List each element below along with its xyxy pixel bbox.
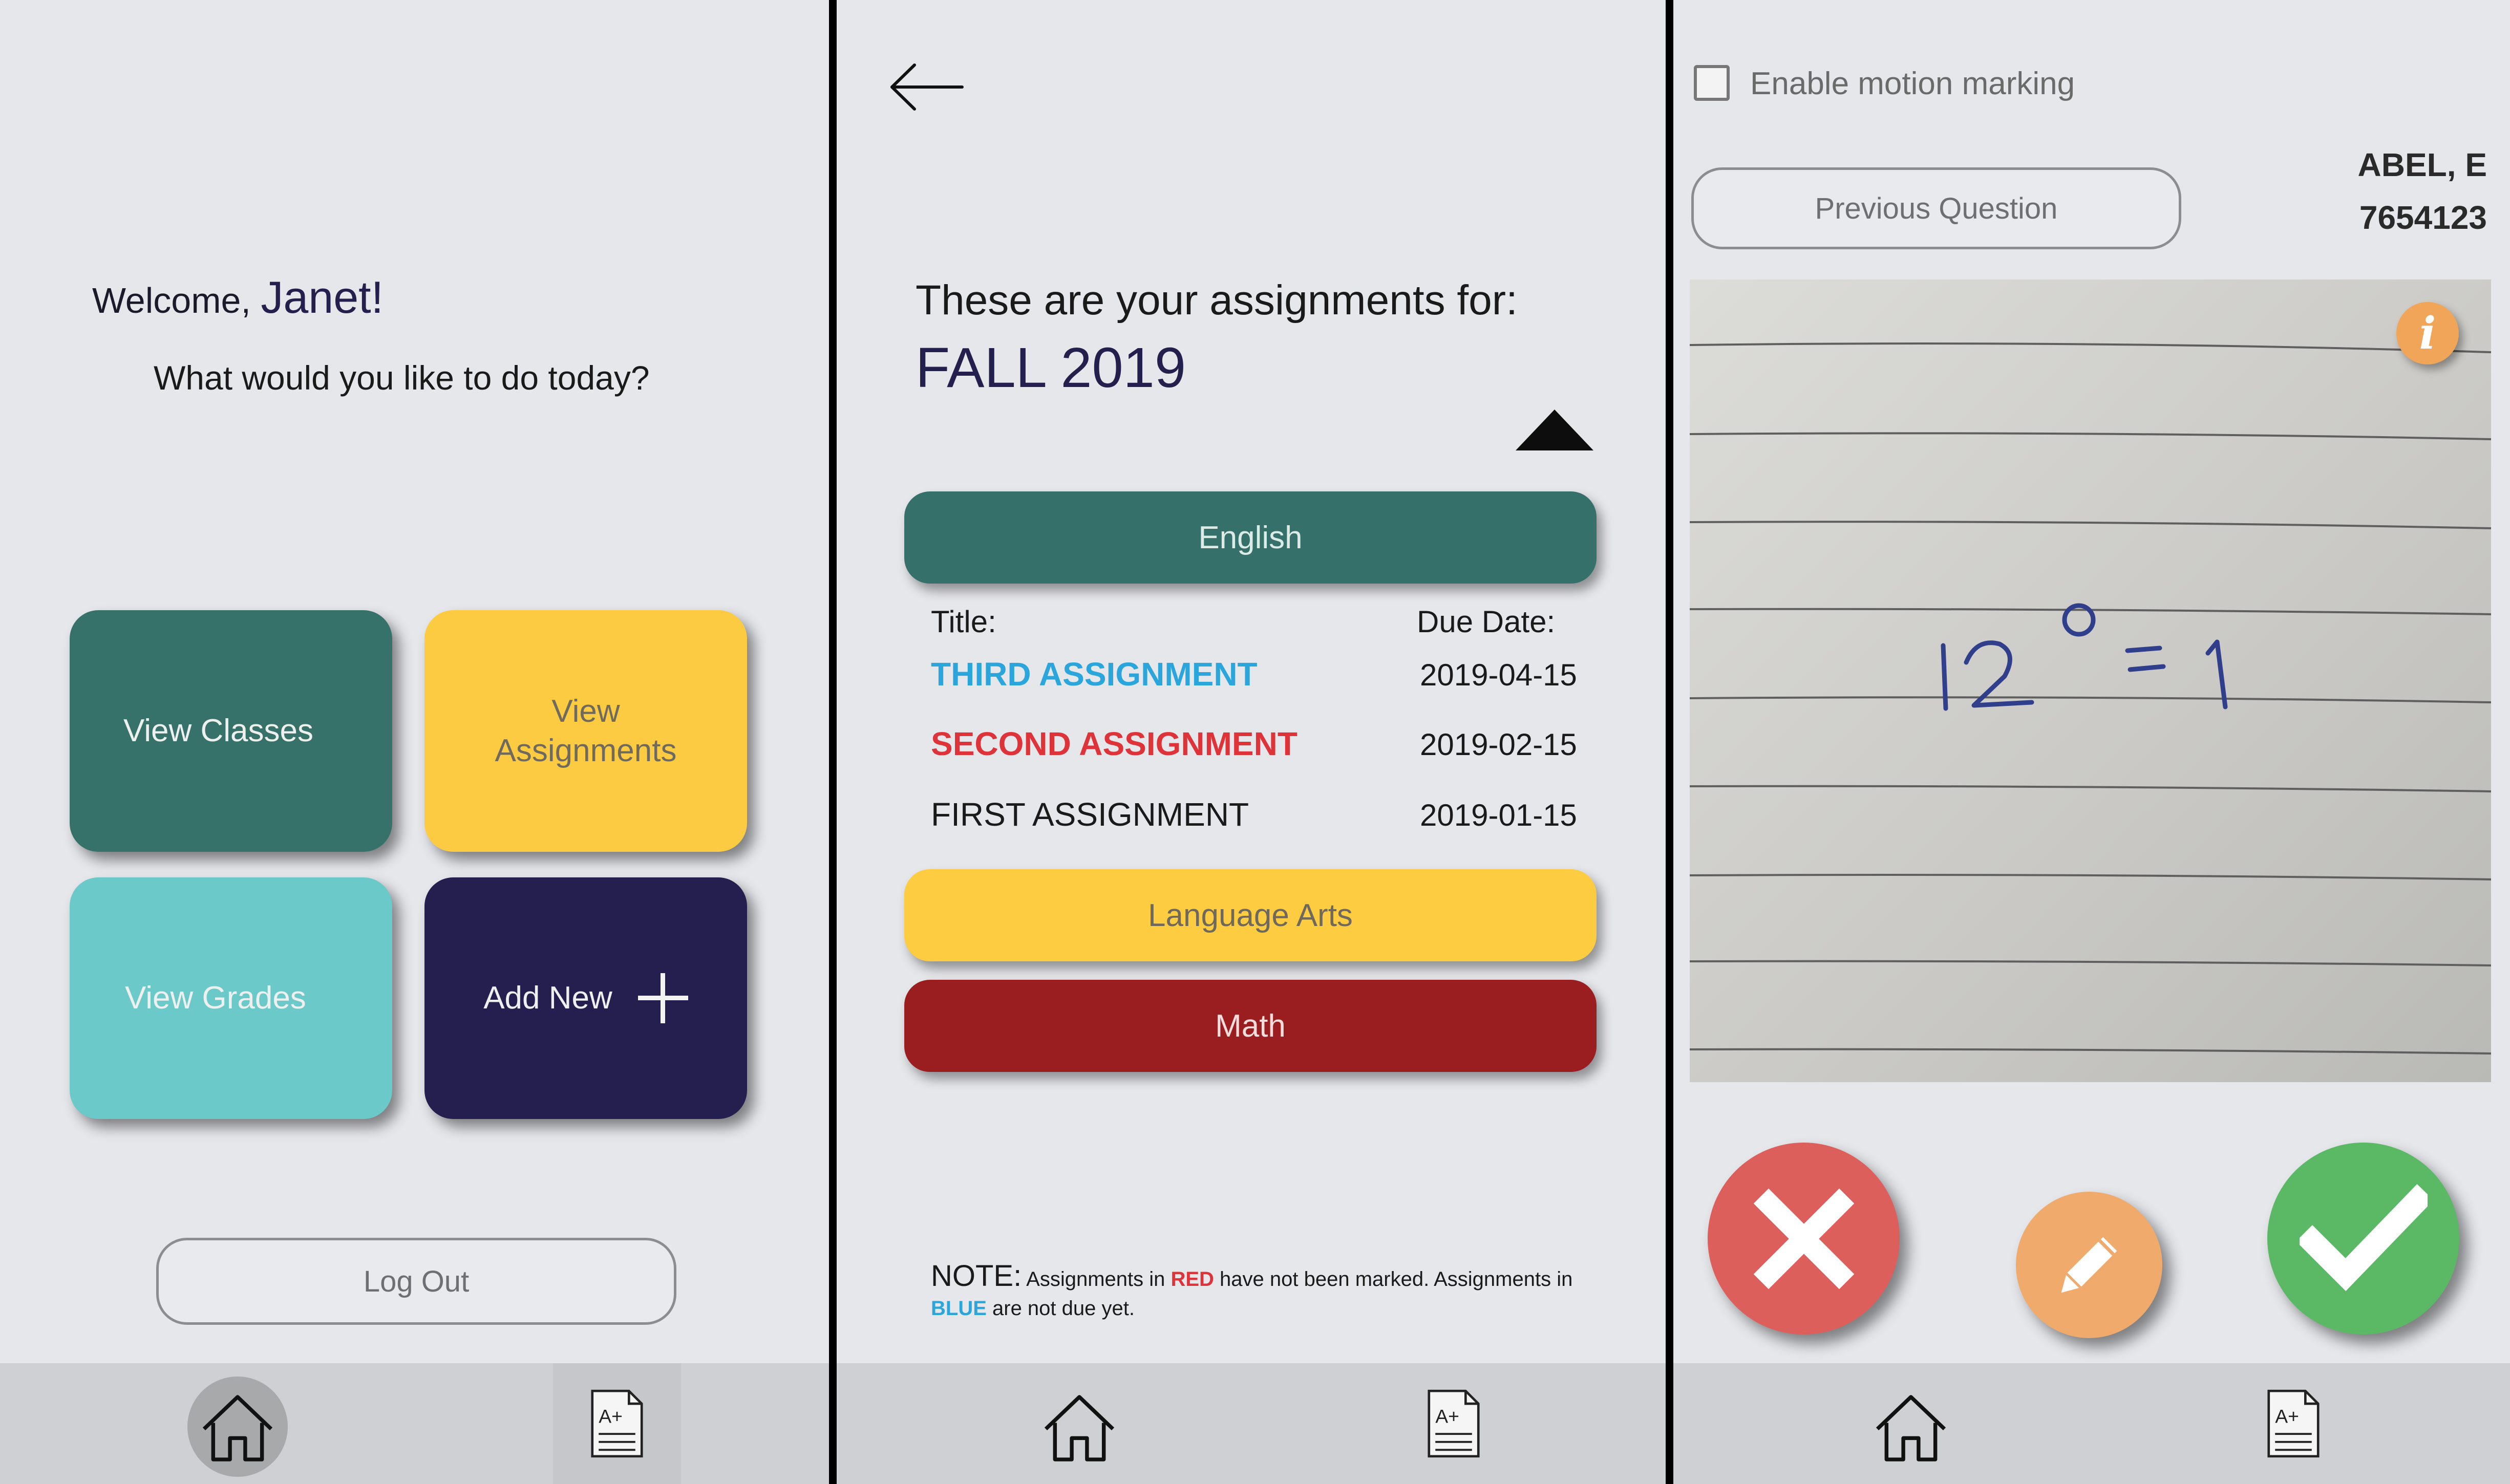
grade-text: A+ <box>2275 1405 2299 1427</box>
note-text-3: are not due yet. <box>986 1297 1135 1320</box>
assignments-heading: These are your assignments for: <box>916 277 1518 324</box>
nav-home-button[interactable] <box>1029 1377 1130 1477</box>
grade-text: A+ <box>1435 1405 1459 1427</box>
collapse-triangle-icon[interactable] <box>1516 410 1593 450</box>
welcome-message: Welcome, Janet! <box>92 271 384 324</box>
assignments-screen: These are your assignments for: FALL 201… <box>837 0 1666 1484</box>
nav-home-button[interactable] <box>187 1377 288 1477</box>
class-language-arts-label: Language Arts <box>1148 897 1353 933</box>
assignment-row[interactable]: THIRD ASSIGNMENT 2019-04-15 <box>931 655 1577 701</box>
assignment-title: SECOND ASSIGNMENT <box>931 725 1297 762</box>
view-assignments-label-line2: Assignments <box>495 733 677 768</box>
column-header-due: Due Date: <box>1417 605 1556 639</box>
info-glyph: i <box>2419 307 2436 359</box>
bottom-nav: A+ <box>837 1363 1666 1484</box>
assignment-due-date: 2019-02-15 <box>1420 727 1577 762</box>
grade-document-icon: A+ <box>591 1389 643 1458</box>
info-icon[interactable]: i <box>2396 302 2459 364</box>
marking-screen: Enable motion marking Previous Question … <box>1673 0 2510 1484</box>
nav-grades-button[interactable]: A+ <box>553 1363 681 1484</box>
assignment-row[interactable]: FIRST ASSIGNMENT 2019-01-15 <box>931 795 1577 842</box>
assignment-row[interactable]: SECOND ASSIGNMENT 2019-02-15 <box>931 725 1577 771</box>
answer-photo <box>1690 279 2491 1082</box>
note-text-1: Assignments in <box>1026 1268 1171 1291</box>
nav-home-button[interactable] <box>1861 1377 1961 1477</box>
column-header-title: Title: <box>931 605 996 639</box>
view-grades-label: View Grades <box>125 980 306 1016</box>
home-prompt: What would you like to do today? <box>154 359 650 397</box>
note-text-2: have not been marked. Assignments in <box>1214 1268 1573 1291</box>
logout-label: Log Out <box>363 1264 470 1298</box>
motion-marking-label: Enable motion marking <box>1750 66 2075 101</box>
bottom-nav: A+ <box>0 1363 829 1484</box>
checkmark-icon <box>2299 1184 2428 1291</box>
assignment-due-date: 2019-04-15 <box>1420 658 1577 692</box>
mark-correct-button[interactable] <box>2267 1143 2459 1335</box>
class-english-label: English <box>1198 520 1303 555</box>
welcome-prefix: Welcome, <box>92 281 261 320</box>
back-arrow-icon[interactable] <box>888 59 965 115</box>
student-id: 7654123 <box>2359 199 2487 236</box>
home-icon <box>1044 1395 1115 1461</box>
class-language-arts-header[interactable]: Language Arts <box>904 869 1597 961</box>
note-lead: NOTE: <box>931 1259 1022 1293</box>
mark-incorrect-button[interactable] <box>1708 1143 1900 1335</box>
student-name: ABEL, E <box>2357 146 2487 183</box>
assignment-due-date: 2019-01-15 <box>1420 798 1577 832</box>
view-assignments-label: View Assignments <box>495 692 677 771</box>
nav-grades-button[interactable]: A+ <box>1390 1363 1518 1484</box>
assignment-title: FIRST ASSIGNMENT <box>931 796 1249 833</box>
note-blue-word: BLUE <box>931 1297 987 1320</box>
assignment-title: THIRD ASSIGNMENT <box>931 656 1258 693</box>
lined-paper-image <box>1690 342 2491 1055</box>
pencil-icon <box>2061 1237 2117 1293</box>
grade-document-icon: A+ <box>2267 1389 2320 1458</box>
home-icon <box>1876 1395 1946 1461</box>
term-title: FALL 2019 <box>916 336 1186 399</box>
add-new-label: Add New <box>483 980 612 1016</box>
view-classes-label: View Classes <box>123 713 314 749</box>
class-math-header[interactable]: Math <box>904 980 1597 1072</box>
app-screens: Welcome, Janet! What would you like to d… <box>0 0 2510 1484</box>
view-assignments-button[interactable]: View Assignments <box>424 610 747 852</box>
view-grades-button[interactable]: View Grades <box>70 877 392 1119</box>
class-english-header[interactable]: English <box>904 491 1597 584</box>
bottom-nav: A+ <box>1673 1363 2510 1484</box>
add-new-button[interactable]: Add New <box>424 877 747 1119</box>
home-screen: Welcome, Janet! What would you like to d… <box>0 0 829 1484</box>
note-red-word: RED <box>1171 1268 1214 1291</box>
edit-mark-button[interactable] <box>2016 1192 2162 1338</box>
grade-text: A+ <box>599 1405 623 1427</box>
previous-question-label: Previous Question <box>1815 191 2058 225</box>
user-name: Janet! <box>261 272 384 322</box>
nav-grades-button[interactable]: A+ <box>2229 1363 2357 1484</box>
motion-marking-checkbox[interactable] <box>1694 65 1730 101</box>
previous-question-button[interactable]: Previous Question <box>1691 167 2181 249</box>
legend-note: NOTE: Assignments in RED have not been m… <box>931 1257 1591 1322</box>
view-assignments-label-line1: View <box>551 693 620 729</box>
view-classes-button[interactable]: View Classes <box>70 610 392 852</box>
grade-document-icon: A+ <box>1428 1389 1480 1458</box>
plus-icon <box>637 973 688 1023</box>
close-icon <box>1753 1188 1854 1289</box>
home-icon <box>202 1395 273 1461</box>
class-math-label: Math <box>1215 1008 1286 1044</box>
logout-button[interactable]: Log Out <box>156 1238 676 1325</box>
